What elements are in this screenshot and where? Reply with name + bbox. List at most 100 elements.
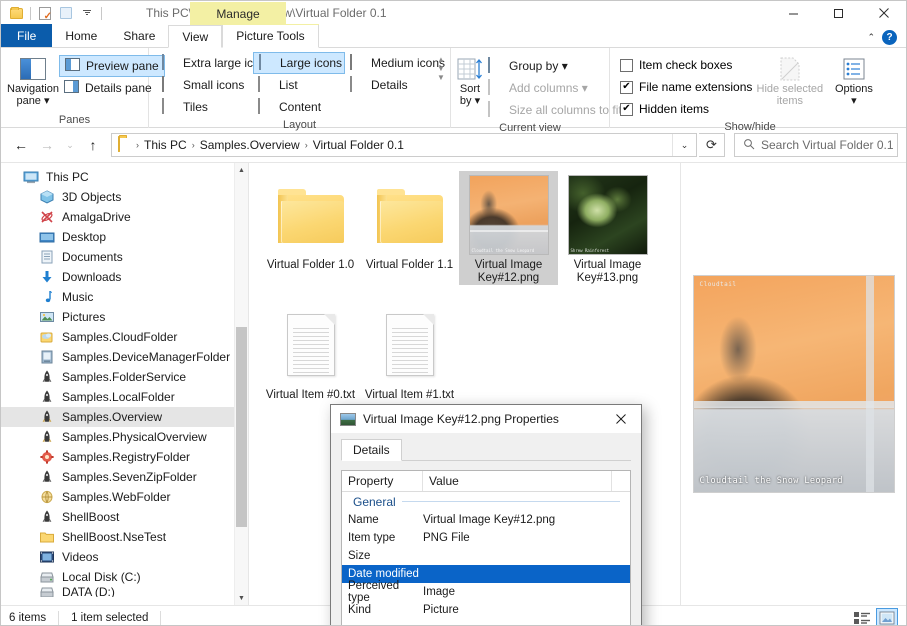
sidebar-item-amalgadrive[interactable]: AmalgaDrive (1, 207, 248, 227)
up-button[interactable]: ↑ (81, 133, 105, 157)
list-item[interactable]: Virtual Item #0.txt (261, 301, 360, 402)
sidebar-item-shellboost[interactable]: ShellBoost (1, 507, 248, 527)
qat-folder-icon[interactable] (7, 4, 25, 22)
tab-home[interactable]: Home (52, 24, 110, 47)
refresh-button[interactable]: ⟳ (699, 133, 725, 157)
address-dropdown-chevron-down-icon[interactable]: ⌄ (672, 134, 696, 156)
qat-customize-chevron-down-icon[interactable] (78, 4, 96, 22)
sidebar-item-samples-localfolder[interactable]: Samples.LocalFolder (1, 387, 248, 407)
sidebar-item-documents[interactable]: Documents (1, 247, 248, 267)
image-thumbnail: Cloudtail the Snow Leopard (468, 175, 549, 255)
layout-large-icons[interactable]: Large icons (253, 52, 345, 74)
hidden-items-option[interactable]: ✔ Hidden items (620, 98, 756, 120)
scrollbar-thumb[interactable] (236, 327, 247, 527)
search-input[interactable]: Search Virtual Folder 0.1 (734, 133, 898, 157)
column-header-property[interactable]: Property (342, 471, 423, 491)
tab-view[interactable]: View (168, 25, 223, 48)
sidebar-item-downloads[interactable]: Downloads (1, 267, 248, 287)
table-row[interactable]: Item type PNG File (342, 529, 630, 547)
hide-selected-items-button[interactable]: Hide selected items (756, 52, 824, 107)
layout-tiles[interactable]: Tiles (157, 96, 253, 118)
sidebar-item-samples-webfolder[interactable]: Samples.WebFolder (1, 487, 248, 507)
tab-file[interactable]: File (1, 24, 53, 47)
collapse-ribbon-chevron-up-icon[interactable]: ⌃ (867, 32, 875, 43)
maximize-button[interactable] (816, 1, 861, 25)
sidebar-item-local-disk-c[interactable]: Local Disk (C:) (1, 567, 248, 587)
sidebar-item-this-pc[interactable]: This PC (1, 167, 248, 187)
sidebar-item-pictures[interactable]: Pictures (1, 307, 248, 327)
recent-locations-chevron-down-icon[interactable]: ⌄ (61, 133, 79, 157)
sidebar-item-samples-overview[interactable]: Samples.Overview (1, 407, 248, 427)
sidebar-item-videos[interactable]: Videos (1, 547, 248, 567)
qat-properties-icon[interactable] (36, 4, 54, 22)
gallery-scroll-down-icon[interactable]: ▼ (437, 64, 445, 73)
forward-button[interactable]: → (35, 133, 59, 157)
scroll-down-arrow-icon[interactable]: ▼ (235, 591, 248, 605)
layout-list[interactable]: List (253, 74, 345, 96)
list-item[interactable]: Virtual Folder 1.0 (261, 171, 360, 285)
tab-picture-tools[interactable]: Picture Tools (222, 24, 320, 48)
sidebar-item-desktop[interactable]: Desktop (1, 227, 248, 247)
column-header-value[interactable]: Value (423, 471, 612, 491)
file-name-extensions-option[interactable]: ✔ File name extensions (620, 76, 756, 98)
group-by-button[interactable]: Group by ▾ (483, 55, 627, 77)
options-chevron-down-icon[interactable]: ▾ (851, 95, 857, 107)
list-item[interactable]: Virtual Item #1.txt (360, 301, 459, 402)
layout-content[interactable]: Content (253, 96, 345, 118)
scroll-up-arrow-icon[interactable]: ▲ (235, 163, 248, 177)
layout-extra-large-icons[interactable]: Extra large icons (157, 52, 272, 74)
list-item[interactable]: Virtual Folder 1.1 (360, 171, 459, 285)
table-row[interactable]: Perceived type Image (342, 580, 630, 604)
sidebar-item-samples-devicemanagerfolder[interactable]: Samples.DeviceManagerFolder (1, 347, 248, 367)
navigation-pane-scrollbar[interactable]: ▲ ▼ (234, 163, 248, 605)
table-row[interactable]: Name Virtual Image Key#12.png (342, 511, 630, 529)
navigation-pane-button[interactable]: Navigation pane ▾ (7, 52, 59, 107)
back-button[interactable]: ← (9, 133, 33, 157)
item-check-boxes-option[interactable]: Item check boxes (620, 54, 756, 76)
sidebar-item-shellboost-nsetest[interactable]: ShellBoost.NseTest (1, 527, 248, 547)
close-button[interactable] (861, 1, 906, 25)
layout-small-icons[interactable]: Small icons (157, 74, 253, 96)
list-item[interactable]: Cloudtail the Snow Leopard Virtual Image… (459, 171, 558, 285)
properties-dialog[interactable]: Virtual Image Key#12.png Properties Deta… (330, 404, 642, 625)
layout-gallery-scroll[interactable]: ▲ ▼ ▼ (437, 52, 445, 96)
sidebar-item-samples-registryfolder[interactable]: Samples.RegistryFolder (1, 447, 248, 467)
sidebar-item-samples-physicaloverview[interactable]: Samples.PhysicalOverview (1, 427, 248, 447)
table-row[interactable]: Size (342, 547, 630, 565)
large-icons-view-button[interactable] (876, 607, 898, 625)
sidebar-item-3d-objects[interactable]: 3D Objects (1, 187, 248, 207)
table-row[interactable]: Kind Picture (342, 601, 630, 619)
details-view-button[interactable] (851, 608, 873, 626)
sidebar-item-samples-folderservice[interactable]: Samples.FolderService (1, 367, 248, 387)
breadcrumb-item-this-pc[interactable]: This PC (139, 138, 192, 152)
breadcrumb-item-samples-overview[interactable]: Samples.Overview (195, 138, 305, 152)
file-name-extensions-checkbox[interactable]: ✔ (620, 80, 633, 94)
large-icons-icon (259, 54, 275, 71)
breadcrumb-bar[interactable]: › This PC › Samples.Overview › Virtual F… (111, 133, 697, 157)
sidebar-item-music[interactable]: Music (1, 287, 248, 307)
properties-grid[interactable]: Property Value General Name Virtual Imag… (341, 470, 631, 625)
layout-details[interactable]: Details (345, 74, 437, 96)
tab-details[interactable]: Details (341, 439, 402, 461)
item-check-boxes-checkbox[interactable] (620, 58, 633, 72)
breadcrumb-item-virtual-folder[interactable]: Virtual Folder 0.1 (308, 138, 409, 152)
gallery-expand-icon[interactable]: ▼ (437, 73, 445, 82)
sidebar-item-samples-sevenzipfolder[interactable]: Samples.SevenZipFolder (1, 467, 248, 487)
minimize-button[interactable] (771, 1, 816, 25)
hidden-items-checkbox[interactable]: ✔ (620, 102, 633, 116)
medium-icons-icon (350, 54, 366, 71)
list-item[interactable]: Shrew Rainforest Virtual Image Key#13.pn… (558, 171, 657, 285)
dialog-close-button[interactable] (601, 405, 641, 433)
size-all-columns-button[interactable]: Size all columns to fit (483, 99, 627, 121)
layout-medium-icons[interactable]: Medium icons (345, 52, 445, 74)
gallery-scroll-up-icon[interactable]: ▲ (437, 55, 445, 64)
options-button[interactable]: Options ▾ (824, 52, 884, 107)
tab-share[interactable]: Share (110, 24, 168, 47)
help-icon[interactable]: ? (882, 30, 897, 45)
rocket-icon (39, 389, 55, 405)
add-columns-button[interactable]: Add columns ▾ (483, 77, 627, 99)
qat-new-folder-icon[interactable] (57, 4, 75, 22)
sidebar-item-data-d[interactable]: DATA (D:) (1, 587, 248, 597)
sort-by-button[interactable]: Sort by ▾ (457, 52, 483, 107)
sidebar-item-samples-cloudfolder[interactable]: Samples.CloudFolder (1, 327, 248, 347)
